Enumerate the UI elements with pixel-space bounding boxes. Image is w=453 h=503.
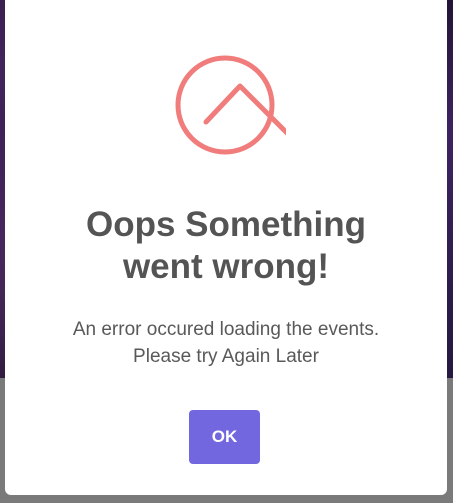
dialog-message-line-1: An error occured loading the events.	[72, 319, 380, 340]
dialog-message: An error occured loading the events. Ple…	[5, 316, 447, 370]
dialog-title: Oops Something went wrong!	[5, 204, 447, 288]
dialog-title-line-2: went wrong!	[122, 247, 330, 286]
error-circle-icon	[166, 50, 291, 162]
dialog-message-line-2: Please try Again Later	[133, 346, 319, 367]
ok-button[interactable]: OK	[189, 410, 260, 464]
modal-backdrop: Oops Something went wrong! An error occu…	[0, 0, 453, 503]
error-dialog: Oops Something went wrong! An error occu…	[5, 0, 447, 495]
dialog-title-line-1: Oops Something	[86, 205, 366, 244]
